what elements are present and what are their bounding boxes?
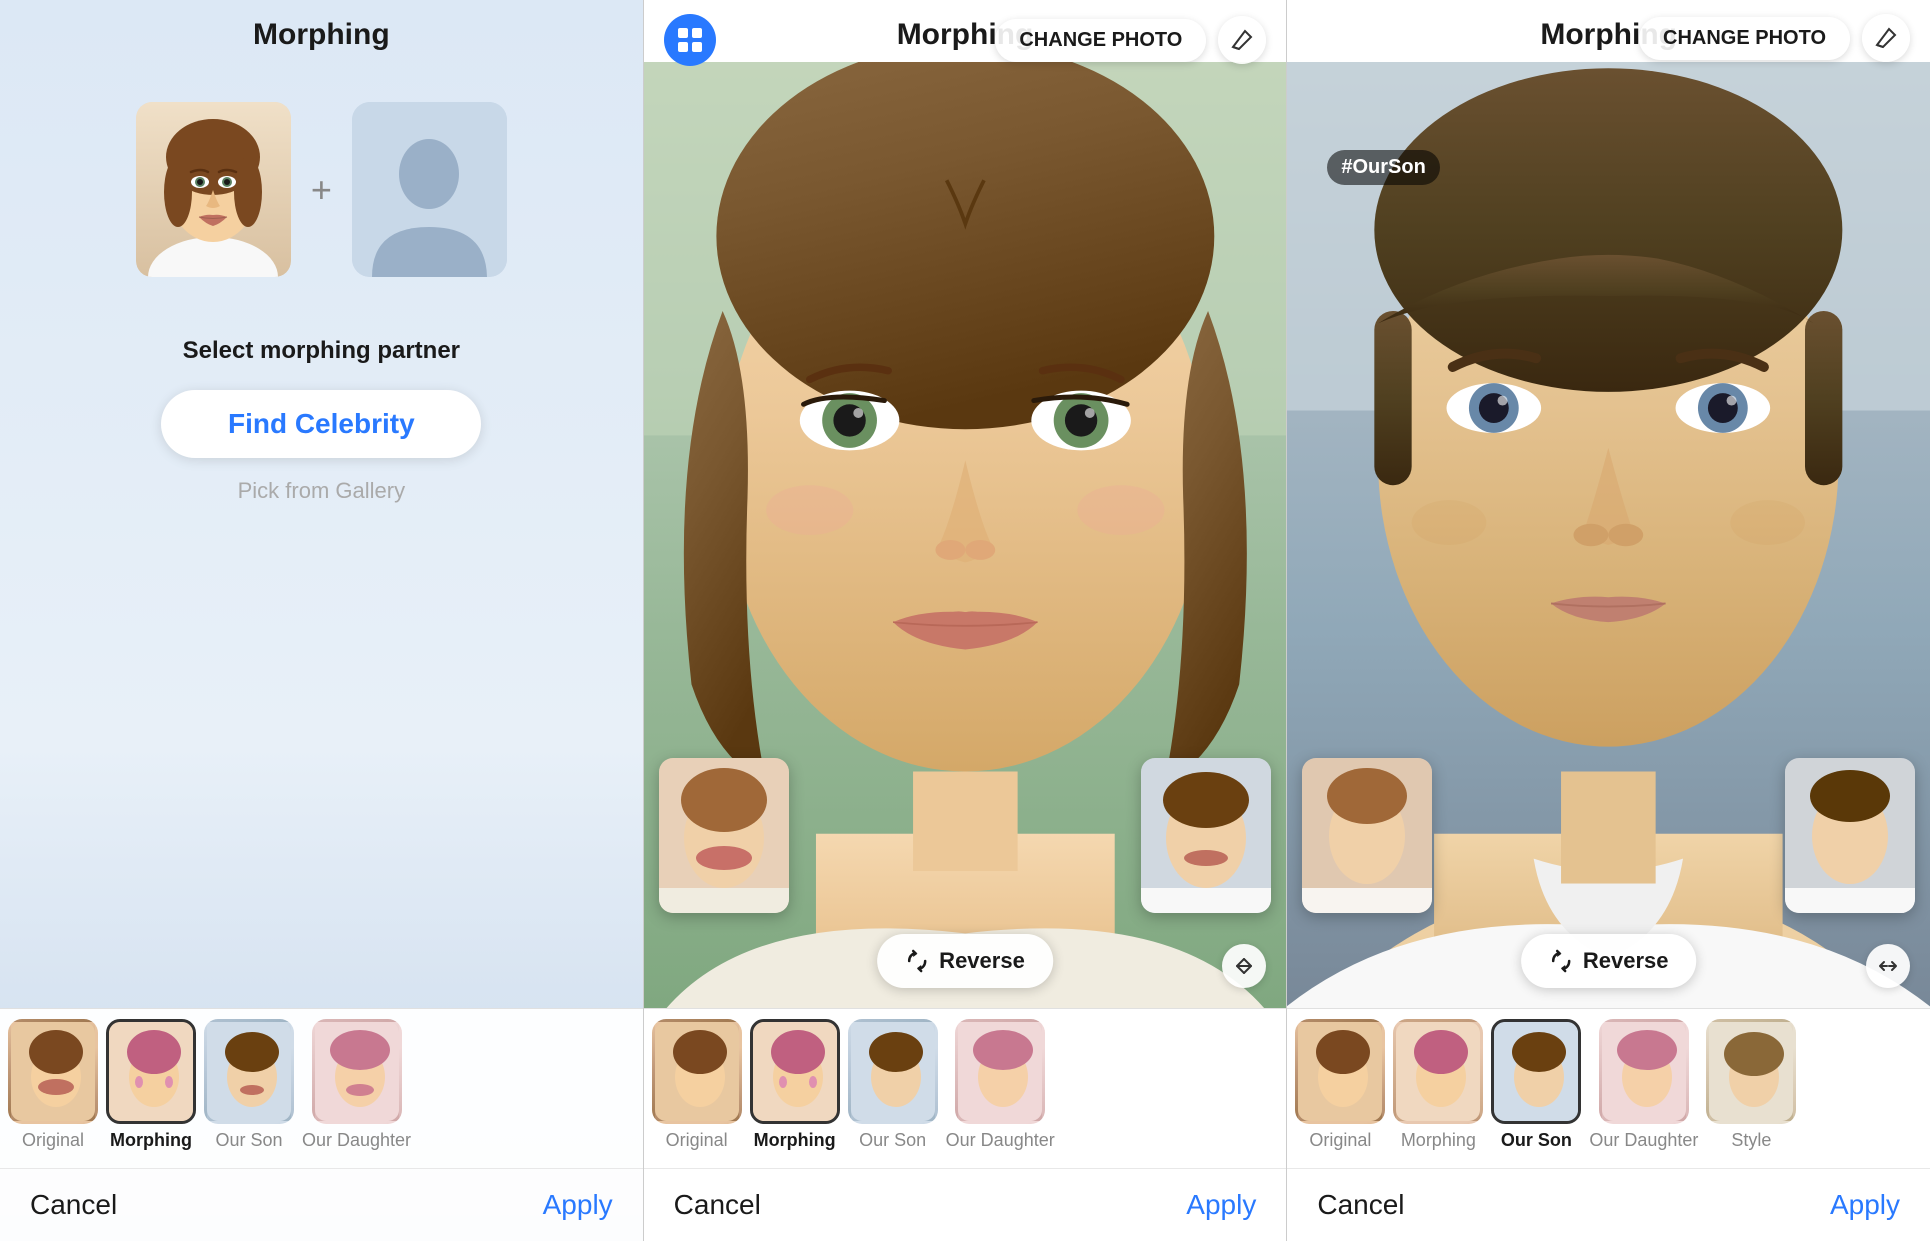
tab-label-son-p3: Our Son [1501,1130,1572,1151]
tab-item-style-p3[interactable]: Style [1706,1019,1796,1151]
tab-label-daughter-p3: Our Daughter [1589,1130,1698,1151]
panel-2: Morphing CHANGE PHOTO [644,0,1288,1241]
face-photo-1[interactable] [136,102,291,277]
tab-item-daughter-p3[interactable]: Our Daughter [1589,1019,1698,1151]
eraser-icon [1229,27,1255,53]
tab-thumb-son-p1 [204,1019,294,1124]
panel2-thumb-right[interactable] [1141,758,1271,913]
tab-item-son-p1[interactable]: Our Son [204,1019,294,1151]
panel2-thumb-left[interactable] [659,758,789,913]
panel2-reverse-button[interactable]: Reverse [877,934,1053,988]
panel2-eraser-button[interactable] [1218,16,1266,64]
tab-item-morphing-p3[interactable]: Morphing [1393,1019,1483,1151]
tab-thumb-daughter-p3 [1599,1019,1689,1124]
panel3-top-right-controls: CHANGE PHOTO [1639,14,1910,62]
tab-label-son-p2: Our Son [859,1130,926,1151]
tab-label-original-p1: Original [22,1130,84,1151]
panel3-reverse-icon [1549,949,1573,973]
panel-1: Morphing [0,0,644,1241]
panel2-bottom-tabs: Original Morphing [644,1008,1287,1168]
expand-icon [1233,955,1255,977]
panel1-title: Morphing [0,0,643,62]
tab-label-morphing-p2: Morphing [754,1130,836,1151]
panel1-footer: Cancel Apply [0,1168,643,1241]
panel3-cancel-button[interactable]: Cancel [1317,1189,1404,1221]
tab-item-morphing-p2[interactable]: Morphing [750,1019,840,1151]
tab-label-morphing-p3: Morphing [1401,1130,1476,1151]
tab-item-original-p3[interactable]: Original [1295,1019,1385,1151]
panel3-main-image: Reverse [1287,62,1930,1008]
panel3-reverse-button[interactable]: Reverse [1521,934,1697,988]
find-celebrity-button[interactable]: Find Celebrity [161,390,481,458]
tab-thumb-son-p2 [848,1019,938,1124]
panel1-bottom-tabs: Original Morphing [0,1008,643,1168]
face-combine-row: + [136,102,507,277]
panel3-footer: Cancel Apply [1287,1168,1930,1241]
select-partner-label: Select morphing partner [183,337,460,365]
tab-thumb-son-p3 [1491,1019,1581,1124]
panel2-footer: Cancel Apply [644,1168,1287,1241]
ourson-tag: #OurSon [1327,150,1439,185]
panel2-apply-button[interactable]: Apply [1186,1189,1256,1221]
reverse-icon [905,949,929,973]
panel3-bottom-tabs: Original Morphing Our Son [1287,1008,1930,1168]
tab-thumb-original-p1 [8,1019,98,1124]
tab-thumb-morphing-p1 [106,1019,196,1124]
tab-item-original-p1[interactable]: Original [8,1019,98,1151]
panel3-thumb-left[interactable] [1302,758,1432,913]
face-photo-placeholder[interactable] [352,102,507,277]
panel3-eraser-button[interactable] [1862,14,1910,62]
tab-item-son-p2[interactable]: Our Son [848,1019,938,1151]
panel2-top-right-controls: CHANGE PHOTO [995,16,1266,64]
tab-thumb-morphing-p3 [1393,1019,1483,1124]
tab-item-daughter-p2[interactable]: Our Daughter [946,1019,1055,1151]
tab-thumb-original-p2 [652,1019,742,1124]
tab-item-morphing-p1[interactable]: Morphing [106,1019,196,1151]
tab-label-son-p1: Our Son [215,1130,282,1151]
tab-thumb-daughter-p1 [312,1019,402,1124]
tab-thumb-morphing-p2 [750,1019,840,1124]
panel2-cancel-button[interactable]: Cancel [674,1189,761,1221]
tab-item-daughter-p1[interactable]: Our Daughter [302,1019,411,1151]
tab-thumb-daughter-p2 [955,1019,1045,1124]
tab-label-original-p2: Original [666,1130,728,1151]
panel2-change-photo-button[interactable]: CHANGE PHOTO [995,19,1206,62]
pick-gallery-button[interactable]: Pick from Gallery [238,478,405,504]
panel2-main-image: Reverse [644,62,1287,1008]
panel-3: Morphing CHANGE PHOTO #OurSon [1287,0,1930,1241]
tab-label-morphing-p1: Morphing [110,1130,192,1151]
tab-label-daughter-p2: Our Daughter [946,1130,1055,1151]
panel1-apply-button[interactable]: Apply [543,1189,613,1221]
tab-thumb-original-p3 [1295,1019,1385,1124]
panel3-expand-button[interactable] [1866,944,1910,988]
tab-item-original-p2[interactable]: Original [652,1019,742,1151]
panel3-expand-icon [1877,955,1899,977]
panel3-apply-button[interactable]: Apply [1830,1189,1900,1221]
panel3-eraser-icon [1873,25,1899,51]
panel3-change-photo-button[interactable]: CHANGE PHOTO [1639,17,1850,60]
grid-icon-button[interactable] [664,14,716,66]
panel1-cancel-button[interactable]: Cancel [30,1189,117,1221]
tab-item-son-p3[interactable]: Our Son [1491,1019,1581,1151]
tab-label-daughter-p1: Our Daughter [302,1130,411,1151]
panel3-top-bar: CHANGE PHOTO [1287,0,1930,70]
panel1-content: + Select morphing partner Find Celebrity… [0,62,643,1008]
tab-label-style-p3: Style [1731,1130,1771,1151]
panel2-top-bar: CHANGE PHOTO [644,0,1287,74]
tab-label-original-p3: Original [1309,1130,1371,1151]
plus-icon: + [311,169,332,211]
panel3-thumb-right[interactable] [1785,758,1915,913]
grid-icon [676,26,704,54]
tab-thumb-style-p3 [1706,1019,1796,1124]
